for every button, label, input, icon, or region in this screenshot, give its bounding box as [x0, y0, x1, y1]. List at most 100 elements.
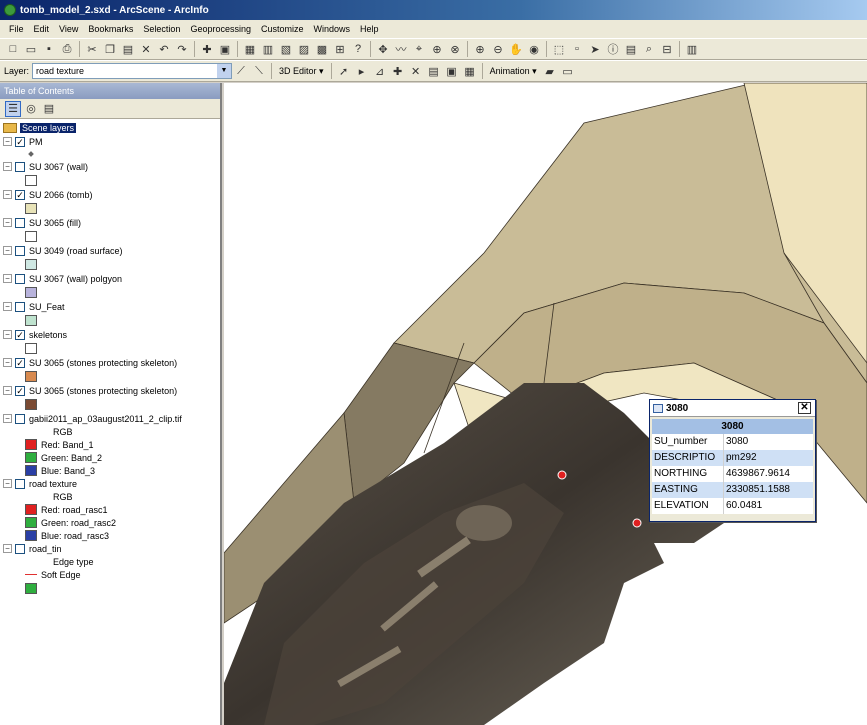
blue-band-swatch[interactable] [25, 465, 37, 476]
layer-symbol-swatch[interactable] [25, 399, 37, 410]
toc-window-icon[interactable]: ▦ [242, 41, 258, 57]
layer-tool-icon[interactable]: ⟋ [233, 63, 249, 79]
layer-gabii-raster[interactable]: − gabii2011_ap_03august2011_2_clip.tif [3, 412, 220, 425]
green-band-swatch[interactable] [25, 452, 37, 463]
pm-point[interactable] [632, 518, 642, 528]
point-symbol-icon[interactable] [28, 151, 34, 157]
select-elements-icon[interactable]: ➤ [587, 41, 603, 57]
new-icon[interactable]: □ [5, 41, 21, 57]
capture-view-icon[interactable]: ▰ [542, 63, 558, 79]
zoom-out-icon[interactable]: ⊖ [490, 41, 506, 57]
layer-symbol-swatch[interactable] [25, 231, 37, 242]
sketch-tool-icon[interactable]: ▸ [354, 63, 370, 79]
collapse-icon[interactable]: − [3, 137, 12, 146]
whats-this-icon[interactable]: ? [350, 41, 366, 57]
layer-su3065-stones[interactable]: − ✓ SU 3065 (stones protecting skeleton) [3, 356, 220, 369]
menu-edit[interactable]: Edit [29, 24, 55, 34]
add-data-icon[interactable]: ✚ [199, 41, 215, 57]
collapse-icon[interactable]: − [3, 479, 12, 488]
layer-checkbox[interactable] [15, 273, 25, 284]
edit-tool-icon[interactable]: ➚ [336, 63, 352, 79]
animation-icon[interactable]: ▥ [684, 41, 700, 57]
collapse-icon[interactable]: − [3, 246, 12, 255]
layer-checkbox[interactable] [15, 543, 25, 554]
catalog-window-icon[interactable]: ▥ [260, 41, 276, 57]
menu-help[interactable]: Help [355, 24, 384, 34]
delete-icon[interactable]: ✕ [138, 41, 154, 57]
soft-edge-line-icon[interactable] [25, 574, 37, 575]
tin-symbol-swatch[interactable] [25, 583, 37, 594]
layer-symbol-swatch[interactable] [25, 259, 37, 270]
collapse-icon[interactable]: − [3, 218, 12, 227]
fly-icon[interactable]: 〰 [393, 41, 409, 57]
python-window-icon[interactable]: ▩ [314, 41, 330, 57]
clear-selection-icon[interactable]: ▫ [569, 41, 585, 57]
layer-su3065-stones[interactable]: − ✓ SU 3065 (stones protecting skeleton) [3, 384, 220, 397]
collapse-icon[interactable]: − [3, 162, 12, 171]
move-tool-icon[interactable]: ✚ [390, 63, 406, 79]
layer-road-texture[interactable]: − road texture [3, 477, 220, 490]
menu-selection[interactable]: Selection [138, 24, 185, 34]
layer-pm[interactable]: − ✓ PM [3, 135, 220, 148]
layer-checkbox[interactable] [15, 301, 25, 312]
layer-symbol-swatch[interactable] [25, 203, 37, 214]
attribute-row[interactable]: NORTHING 4639867.9614 [652, 466, 813, 482]
copy-icon[interactable]: ❐ [102, 41, 118, 57]
save-icon[interactable]: ▪ [41, 41, 57, 57]
layer-checkbox[interactable]: ✓ [15, 329, 25, 340]
undo-icon[interactable]: ↶ [156, 41, 172, 57]
full-extent-icon[interactable]: ◉ [526, 41, 542, 57]
layer-su3049-road-surface[interactable]: − SU 3049 (road surface) [3, 244, 220, 257]
sketch-props-icon[interactable]: ▣ [444, 63, 460, 79]
attributes-icon[interactable]: ▤ [426, 63, 442, 79]
create-features-icon[interactable]: ▦ [462, 63, 478, 79]
pm-point[interactable] [557, 470, 567, 480]
collapse-icon[interactable]: − [3, 274, 12, 283]
redo-icon[interactable]: ↷ [174, 41, 190, 57]
layer-dropdown[interactable]: road texture ▼ [32, 63, 233, 79]
attribute-row[interactable]: SU_number 3080 [652, 434, 813, 450]
open-icon[interactable]: ▭ [23, 41, 39, 57]
3d-editor-menu[interactable]: 3D Editor ▾ [275, 66, 328, 77]
cut-icon[interactable]: ✂ [84, 41, 100, 57]
collapse-icon[interactable]: − [3, 414, 12, 423]
layer-checkbox[interactable] [15, 413, 25, 424]
print-icon[interactable]: ⎙ [59, 41, 75, 57]
chevron-down-icon[interactable]: ▼ [217, 64, 232, 78]
layer-su3067-wall-polygon[interactable]: − SU 3067 (wall) polgyon [3, 272, 220, 285]
layer-checkbox[interactable] [15, 478, 25, 489]
layer-checkbox[interactable]: ✓ [15, 136, 25, 147]
blue-band-swatch[interactable] [25, 530, 37, 541]
list-by-selection-icon[interactable]: ▤ [41, 101, 57, 117]
layer-checkbox[interactable] [15, 245, 25, 256]
menu-bookmarks[interactable]: Bookmarks [83, 24, 138, 34]
identify-icon[interactable]: ⓘ [605, 41, 621, 57]
layer-checkbox[interactable]: ✓ [15, 357, 25, 368]
layer-checkbox[interactable] [15, 217, 25, 228]
scene-properties-icon[interactable]: ▣ [217, 41, 233, 57]
target-center-icon[interactable]: ⌖ [411, 41, 427, 57]
layer-checkbox[interactable]: ✓ [15, 189, 25, 200]
collapse-icon[interactable]: − [3, 302, 12, 311]
close-icon[interactable]: ✕ [798, 402, 811, 414]
model-builder-icon[interactable]: ⊞ [332, 41, 348, 57]
scene-layers-root[interactable]: Scene layers [3, 121, 220, 134]
layer-su3065-fill[interactable]: − SU 3065 (fill) [3, 216, 220, 229]
collapse-icon[interactable]: − [3, 544, 12, 553]
menu-windows[interactable]: Windows [309, 24, 356, 34]
layer-checkbox[interactable]: ✓ [15, 385, 25, 396]
attribute-row[interactable]: ELEVATION 60.0481 [652, 498, 813, 514]
menu-customize[interactable]: Customize [256, 24, 309, 34]
layer-checkbox[interactable] [15, 161, 25, 172]
menu-view[interactable]: View [54, 24, 83, 34]
animation-menu[interactable]: Animation ▾ [486, 66, 541, 77]
red-band-swatch[interactable] [25, 439, 37, 450]
layer-su-feat[interactable]: − SU_Feat [3, 300, 220, 313]
red-band-swatch[interactable] [25, 504, 37, 515]
find-icon[interactable]: ⌕ [641, 41, 657, 57]
layer-skeletons[interactable]: − ✓ skeletons [3, 328, 220, 341]
green-band-swatch[interactable] [25, 517, 37, 528]
pan-icon[interactable]: ✋ [508, 41, 524, 57]
paste-icon[interactable]: ▤ [120, 41, 136, 57]
select-features-icon[interactable]: ⬚ [551, 41, 567, 57]
